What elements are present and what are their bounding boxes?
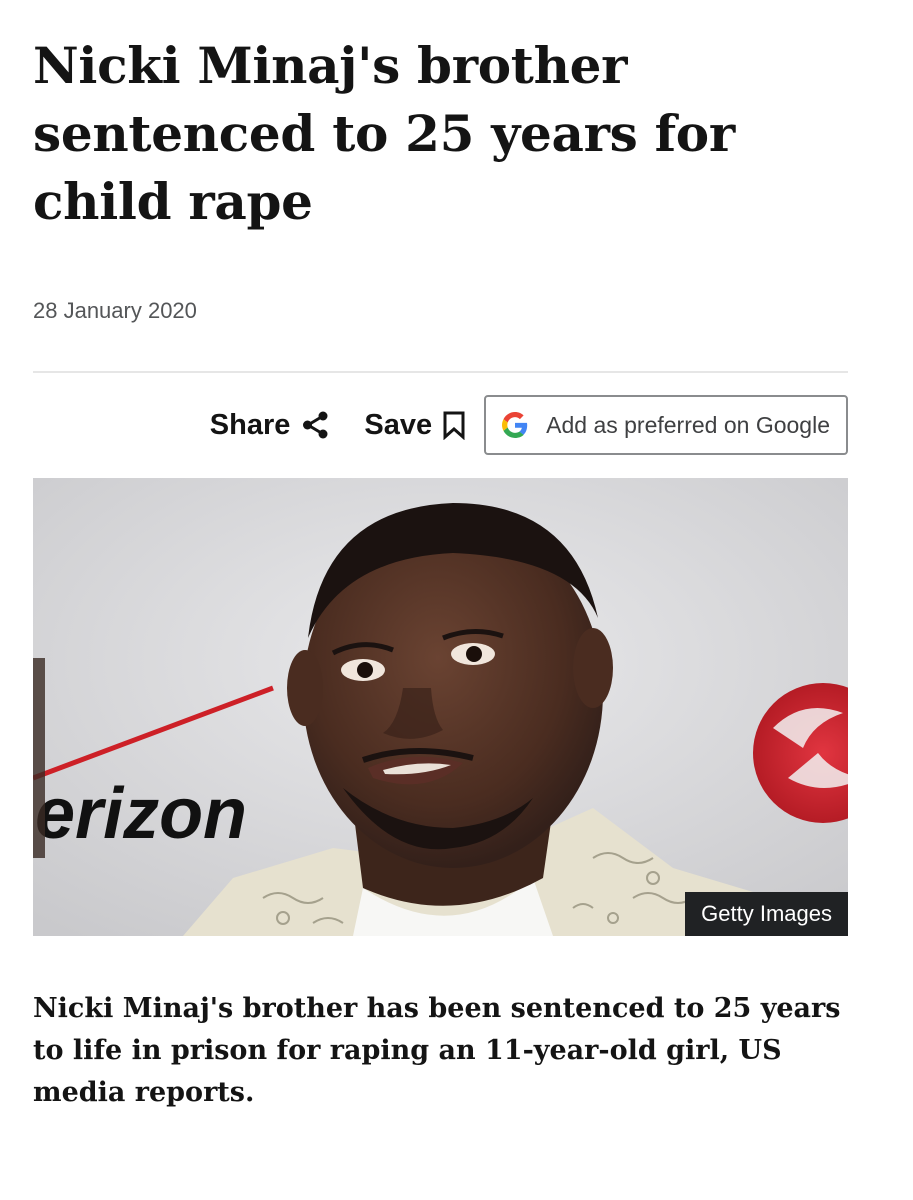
save-label: Save <box>364 408 433 441</box>
article-photo: erizon Getty Images <box>33 478 848 936</box>
google-button-label: Add as preferred on Google <box>546 411 830 438</box>
share-icon <box>300 410 330 440</box>
backdrop-logo-text: erizon <box>35 774 247 854</box>
publish-date: 28 January 2020 <box>33 298 197 323</box>
article-summary: Nicki Minaj's brother has been sentenced… <box>33 993 841 1108</box>
divider <box>33 371 848 373</box>
google-g-icon <box>502 412 528 438</box>
article: Nicki Minaj's brother sentenced to 25 ye… <box>33 0 848 1141</box>
article-actions: Share Save Add as preferred on Google <box>33 393 848 457</box>
add-preferred-google-button[interactable]: Add as preferred on Google <box>484 395 848 455</box>
share-button[interactable]: Share <box>210 409 331 442</box>
photo-image: erizon <box>33 478 848 936</box>
share-label: Share <box>209 408 291 441</box>
headline: Nicki Minaj's brother sentenced to 25 ye… <box>33 36 735 231</box>
bookmark-icon <box>442 410 466 440</box>
image-credit: Getty Images <box>685 892 848 936</box>
save-button[interactable]: Save <box>364 409 466 442</box>
